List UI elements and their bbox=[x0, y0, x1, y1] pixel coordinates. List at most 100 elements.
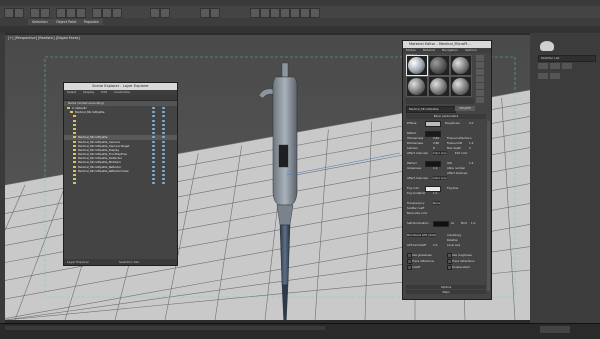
angle-snap-icon[interactable] bbox=[160, 8, 170, 18]
max-depth-value[interactable]: 5 bbox=[469, 146, 471, 150]
pin-stack-icon[interactable] bbox=[538, 63, 548, 69]
visibility-icon[interactable] bbox=[152, 115, 155, 118]
brdf-dropdown[interactable]: Microfacet GTR (GGX) bbox=[407, 233, 437, 237]
visibility-icon[interactable] bbox=[152, 144, 155, 147]
menu-customize[interactable]: Customize bbox=[114, 90, 130, 94]
freeze-icon[interactable] bbox=[162, 148, 165, 151]
redo-icon[interactable] bbox=[14, 8, 24, 18]
layer-explorer-dropdown[interactable]: Layer Explorer bbox=[67, 260, 89, 264]
menu-navigation[interactable]: Navigation bbox=[442, 48, 458, 52]
menu-edit[interactable]: Edit bbox=[101, 90, 107, 94]
visibility-icon[interactable] bbox=[152, 165, 155, 168]
freeze-icon[interactable] bbox=[162, 153, 165, 156]
video-check-icon[interactable] bbox=[476, 83, 484, 89]
visibility-icon[interactable] bbox=[152, 161, 155, 164]
layer-row[interactable] bbox=[64, 181, 177, 185]
visibility-icon[interactable] bbox=[152, 136, 155, 139]
configure-sets-icon[interactable] bbox=[550, 73, 560, 79]
select-by-name-icon[interactable] bbox=[66, 8, 76, 18]
material-editor-title[interactable]: Material Editor - Medical_MicroPi... bbox=[403, 41, 491, 48]
scale-icon[interactable] bbox=[112, 8, 122, 18]
make-unique-icon[interactable] bbox=[562, 63, 572, 69]
sample-slot-5[interactable] bbox=[428, 76, 450, 97]
visibility-icon[interactable] bbox=[152, 178, 155, 181]
show-end-result-icon[interactable] bbox=[550, 63, 560, 69]
sample-slot-3[interactable] bbox=[450, 55, 472, 76]
material-type-button[interactable]: VRayMtl bbox=[455, 106, 475, 111]
freeze-icon[interactable] bbox=[162, 182, 165, 185]
freeze-icon[interactable] bbox=[162, 161, 165, 164]
scene-explorer-title[interactable]: Scene Explorer - Layer Explorer bbox=[64, 83, 177, 90]
material-editor-window[interactable]: Material Editor - Medical_MicroPi... Mod… bbox=[402, 40, 492, 300]
render-icon[interactable] bbox=[310, 8, 320, 18]
affect-channels-dropdown[interactable]: Color only bbox=[433, 151, 447, 155]
visibility-icon[interactable] bbox=[152, 123, 155, 126]
freeze-icon[interactable] bbox=[162, 140, 165, 143]
sample-slot-2[interactable] bbox=[428, 55, 450, 76]
freeze-icon[interactable] bbox=[162, 132, 165, 135]
freeze-icon[interactable] bbox=[162, 165, 165, 168]
menu-options[interactable]: Options bbox=[465, 48, 477, 52]
curve-editor-icon[interactable] bbox=[260, 8, 270, 18]
ribbon-tab-object-paint[interactable]: Object Paint bbox=[52, 19, 81, 25]
freeze-icon[interactable] bbox=[162, 123, 165, 126]
freeze-icon[interactable] bbox=[162, 127, 165, 130]
menu-display[interactable]: Display bbox=[83, 90, 94, 94]
undo-icon[interactable] bbox=[4, 8, 14, 18]
remove-modifier-icon[interactable] bbox=[538, 73, 548, 79]
link-icon[interactable] bbox=[30, 8, 40, 18]
translucency-dropdown[interactable]: None bbox=[433, 201, 441, 205]
select-region-icon[interactable] bbox=[76, 8, 86, 18]
freeze-icon[interactable] bbox=[162, 144, 165, 147]
sample-slot-4[interactable] bbox=[406, 76, 428, 97]
visibility-icon[interactable] bbox=[152, 119, 155, 122]
visibility-icon[interactable] bbox=[152, 169, 155, 172]
visibility-icon[interactable] bbox=[152, 157, 155, 160]
scene-explorer-window[interactable]: Scene Explorer - Layer Explorer Select D… bbox=[63, 82, 178, 266]
mirror-icon[interactable] bbox=[200, 8, 210, 18]
options-icon[interactable] bbox=[476, 97, 484, 103]
schematic-icon[interactable] bbox=[270, 8, 280, 18]
freeze-icon[interactable] bbox=[162, 119, 165, 122]
freeze-icon[interactable] bbox=[162, 111, 165, 114]
select-icon[interactable] bbox=[56, 8, 66, 18]
ior-value[interactable]: 1.6 bbox=[469, 161, 473, 165]
subdivs-value[interactable]: 8 bbox=[433, 146, 435, 150]
layer-icon[interactable] bbox=[250, 8, 260, 18]
self-illumination-swatch[interactable] bbox=[433, 221, 449, 227]
menu-modes[interactable]: Modes bbox=[406, 48, 416, 52]
snap-icon[interactable] bbox=[150, 8, 160, 18]
roughness-value[interactable]: 0.0 bbox=[469, 121, 473, 125]
rotate-icon[interactable] bbox=[102, 8, 112, 18]
freeze-icon[interactable] bbox=[162, 157, 165, 160]
diffuse-swatch[interactable] bbox=[425, 121, 441, 127]
freeze-icon[interactable] bbox=[162, 174, 165, 176]
sample-type-icon[interactable] bbox=[476, 55, 484, 61]
material-editor-scrollbar[interactable] bbox=[487, 121, 490, 291]
visibility-icon[interactable] bbox=[152, 107, 155, 109]
freeze-icon[interactable] bbox=[162, 136, 165, 139]
visibility-icon[interactable] bbox=[152, 127, 155, 130]
ribbon-tab-selection[interactable]: Selection bbox=[28, 19, 52, 25]
refract-glossiness-value[interactable]: 1.0 bbox=[433, 166, 437, 170]
hglossiness-value[interactable]: 0.84 bbox=[433, 136, 439, 140]
backlight-icon[interactable] bbox=[476, 62, 484, 68]
render-frame-icon[interactable] bbox=[300, 8, 310, 18]
align-icon[interactable] bbox=[210, 8, 220, 18]
sample-slot-6[interactable] bbox=[450, 76, 472, 97]
basic-parameters-rollout[interactable]: Basic parameters bbox=[406, 114, 486, 119]
self-illum-mult-value[interactable]: 1.0 bbox=[471, 221, 475, 225]
visibility-icon[interactable] bbox=[152, 140, 155, 143]
uv-tiling-icon[interactable] bbox=[476, 76, 484, 82]
fog-multiplier-value[interactable]: 1.0 bbox=[433, 191, 437, 195]
fresnel-ior-value[interactable]: 1.6 bbox=[469, 141, 473, 145]
visibility-icon[interactable] bbox=[152, 153, 155, 156]
freeze-icon[interactable] bbox=[162, 115, 165, 118]
options-rollout[interactable]: Options bbox=[406, 285, 486, 289]
refract-affect-dropdown[interactable]: Color only bbox=[433, 176, 447, 180]
unlink-icon[interactable] bbox=[40, 8, 50, 18]
visibility-icon[interactable] bbox=[152, 132, 155, 135]
material-name-field[interactable]: Medical_MicroPipette bbox=[406, 106, 456, 113]
visibility-icon[interactable] bbox=[152, 174, 155, 176]
render-setup-icon[interactable] bbox=[290, 8, 300, 18]
